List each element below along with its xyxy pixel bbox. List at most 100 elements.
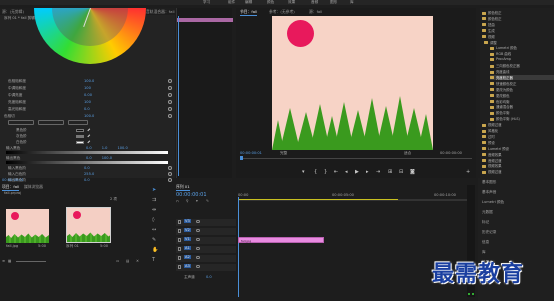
param-value[interactable]: 0.0 — [84, 178, 90, 182]
play-icon[interactable]: ▶ — [355, 169, 359, 175]
right-panel-item[interactable]: 基本图形 — [482, 180, 496, 185]
effects-tree-item[interactable]: 预设 — [482, 140, 495, 145]
eye-icon[interactable] — [196, 238, 200, 241]
param-value[interactable]: 100 — [84, 86, 91, 90]
tab-reference[interactable]: 参考：(无参考) — [269, 9, 295, 15]
master-value[interactable]: 0.0 — [206, 275, 212, 279]
options-button[interactable] — [38, 120, 64, 125]
color-swatch[interactable] — [76, 128, 84, 132]
tab-media-browser[interactable]: 媒体浏览器 — [24, 184, 43, 190]
tab-source-monitor[interactable]: 源：fall — [309, 9, 322, 15]
master-track[interactable]: 主声道 0.0 — [176, 275, 236, 282]
mute-icon[interactable] — [196, 247, 200, 250]
mute-icon[interactable] — [196, 256, 200, 259]
input-mid[interactable]: 1.0 — [102, 146, 108, 150]
project-item-image[interactable] — [6, 209, 49, 243]
mark-in-icon[interactable]: { — [314, 169, 317, 175]
menu-item-graphics[interactable]: 图形 — [330, 0, 337, 5]
effects-tree-item[interactable]: 视频 — [482, 34, 495, 39]
right-panel-item[interactable]: 历史记录 — [482, 230, 496, 235]
effects-tree-item[interactable]: Lumetri 颜色 — [490, 45, 517, 50]
timeline-playhead[interactable] — [238, 197, 239, 297]
output-gradient-slider[interactable] — [6, 161, 168, 164]
effects-tree-item[interactable]: Lumetri 预设 — [482, 146, 509, 151]
camera-icon[interactable]: ◙ — [410, 169, 415, 175]
right-panel-item[interactable]: 元数据 — [482, 210, 493, 215]
menu-item-learn[interactable]: 学习 — [203, 0, 210, 5]
eye-icon[interactable] — [196, 229, 200, 232]
effects-tree-item[interactable]: 音频效果 — [482, 152, 502, 157]
track-select-icon[interactable]: ⇉ — [152, 197, 156, 203]
effects-tree-item[interactable]: 快速颜色校正 — [490, 81, 516, 86]
reset-icon[interactable] — [168, 100, 172, 104]
selection-tool-icon[interactable]: ➤ — [152, 187, 156, 193]
pen-tool-icon[interactable]: ✎ — [152, 237, 156, 243]
right-panel-item[interactable]: Lumetri 颜色 — [482, 200, 504, 205]
add-marker-icon[interactable]: ▾ — [196, 199, 198, 203]
effect-controls-timecode[interactable]: 00:00:00:01 — [2, 178, 24, 182]
param-value[interactable]: 0.0 — [84, 107, 90, 111]
scrubber-playhead[interactable] — [240, 156, 243, 160]
right-panel-item[interactable]: 库 — [482, 250, 486, 255]
param-value[interactable]: 255.0 — [84, 172, 94, 176]
effects-tree-item[interactable]: 更改为颜色 — [490, 87, 513, 92]
lock-icon[interactable] — [178, 220, 181, 224]
step-back-icon[interactable]: ◂ — [345, 169, 348, 175]
effects-tree-item[interactable]: 生成 — [482, 28, 495, 33]
timeline-ruler[interactable] — [238, 199, 474, 201]
hand-tool-icon[interactable]: ✋ — [152, 247, 158, 253]
lock-icon[interactable] — [178, 229, 181, 233]
overwrite-icon[interactable]: ⊟ — [399, 169, 403, 175]
input-min[interactable]: 0.0 — [86, 146, 92, 150]
effects-tree-item[interactable]: 三向颜色校正器 — [490, 63, 520, 68]
tab-program[interactable]: 节目：fall — [240, 9, 258, 16]
input-max[interactable]: 100.0 — [117, 146, 127, 150]
color-swatch[interactable] — [76, 134, 84, 138]
effects-tree-item[interactable]: 视频效果 — [482, 163, 502, 168]
insert-icon[interactable]: ⊞ — [388, 169, 392, 175]
track-header[interactable]: A2 — [176, 255, 236, 262]
color-wheel[interactable] — [34, 8, 146, 64]
tab-sequence[interactable]: 序列 01 — [176, 184, 190, 191]
reset-icon[interactable] — [168, 172, 172, 176]
program-fit-select[interactable]: 完整 — [280, 151, 287, 156]
reset-icon[interactable] — [168, 93, 172, 97]
lock-icon[interactable] — [178, 247, 181, 251]
param-value[interactable]: 0.0 — [84, 166, 90, 170]
tab-source[interactable]: 源：(无剪辑) — [2, 9, 24, 15]
param-value[interactable]: 100.0 — [84, 79, 94, 83]
program-quality-select[interactable]: 适合 — [404, 151, 411, 156]
icon-view-icon[interactable]: ▦ — [8, 259, 11, 263]
new-bin-icon[interactable]: ▭ — [116, 259, 119, 263]
work-area-bar[interactable] — [238, 199, 398, 200]
timeline-timecode[interactable]: 00:00:00:01 — [176, 192, 207, 198]
go-to-out-icon[interactable]: ⇥ — [376, 169, 380, 175]
auto-button[interactable] — [8, 120, 34, 125]
input-gradient-slider[interactable] — [6, 151, 168, 154]
effects-tree-item[interactable]: 视频过渡 — [482, 169, 502, 174]
mini-playhead[interactable] — [178, 16, 179, 176]
wrench-icon[interactable]: ✎ — [206, 199, 209, 203]
output-max[interactable]: 100.0 — [102, 156, 112, 160]
effects-tree-item[interactable]: 颜色校正 — [482, 16, 502, 21]
right-panel-item[interactable]: 标记 — [482, 220, 489, 225]
mark-out-icon[interactable]: } — [324, 169, 327, 175]
effects-tree-item[interactable]: 颜色平衡 (HLS) — [490, 116, 520, 121]
lock-icon[interactable] — [178, 238, 181, 242]
effects-tree-item[interactable]: ProcAmp — [490, 57, 511, 61]
project-item-sequence[interactable] — [66, 207, 111, 243]
eyedropper-icon[interactable] — [87, 139, 92, 145]
text-tool-icon[interactable]: T — [152, 257, 155, 263]
go-to-in-icon[interactable]: ⇤ — [334, 169, 338, 175]
track-header[interactable]: V1 — [176, 237, 236, 244]
effects-tree-item[interactable]: 通道混合器 — [490, 104, 513, 109]
track-header[interactable]: A3 — [176, 264, 236, 271]
color-swatch[interactable] — [76, 140, 84, 144]
reset-icon[interactable] — [168, 178, 172, 182]
right-panel-item[interactable]: 信息 — [482, 240, 489, 245]
razor-icon[interactable]: ◊ — [152, 217, 154, 223]
marker-icon[interactable]: ▾ — [302, 169, 305, 175]
lock-icon[interactable] — [178, 256, 181, 260]
param-value[interactable]: 100 — [84, 100, 91, 104]
reset-icon[interactable] — [168, 86, 172, 90]
